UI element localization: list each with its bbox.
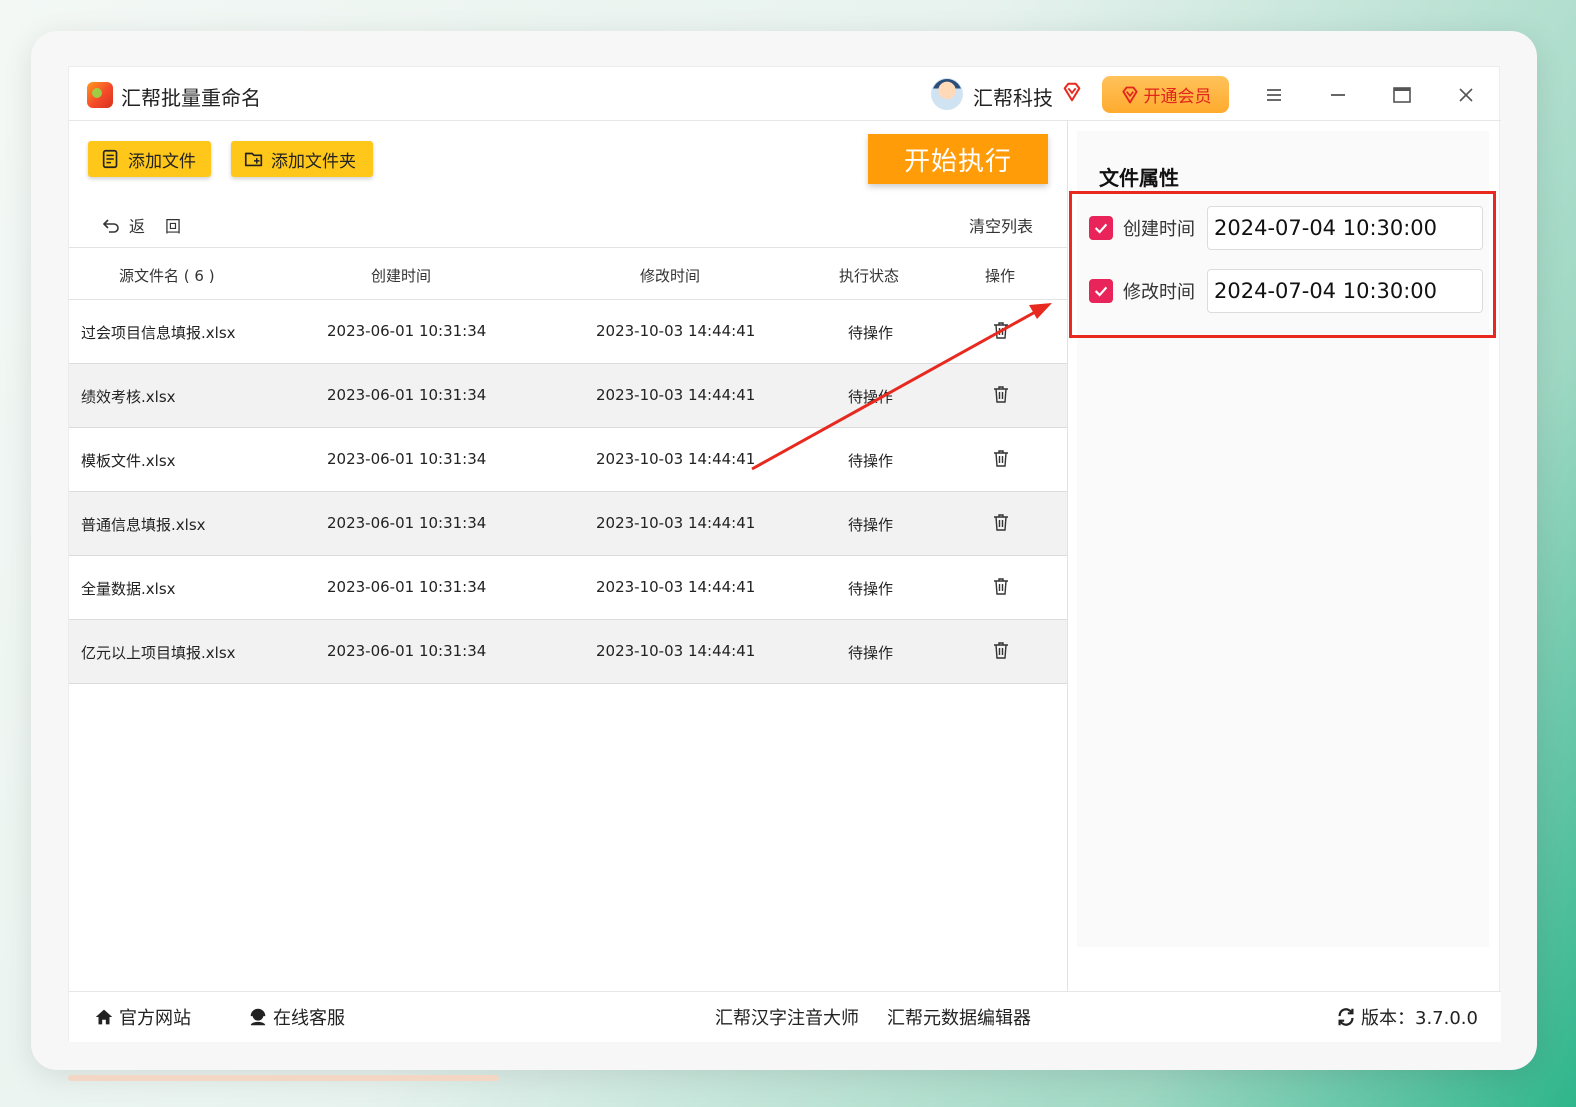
open-vip-label: 开通会员 [1143,87,1212,107]
hamburger-icon [1267,89,1281,101]
close-button[interactable] [1450,79,1482,111]
modified-time: 2023-10-03 14:44:41 [596,322,756,340]
modified-time: 2023-10-03 14:44:41 [596,386,756,404]
version-label: 版本：3.7.0.0 [1361,1008,1478,1029]
vip-diamond-icon [1121,86,1138,103]
trash-icon [994,386,1008,403]
app-window: 汇帮批量重命名 汇帮科技 开通会员 添加文件 添加文件夹 开始执行 返回 清空列… [68,66,1501,1042]
add-file-button[interactable]: 添加文件 [88,141,211,177]
file-name: 绩效考核.xlsx [81,388,176,406]
delete-button[interactable] [991,512,1011,532]
modified-time: 2023-10-03 14:44:41 [596,450,756,468]
modified-time: 2023-10-03 14:44:41 [596,578,756,596]
maximize-icon [1393,87,1411,103]
header-status: 执行状态 [839,267,900,285]
file-name: 全量数据.xlsx [81,580,176,598]
table-row[interactable]: 普通信息填报.xlsx 2023-06-01 10:31:34 2023-10-… [69,492,1067,556]
table-row[interactable]: 过会项目信息填报.xlsx 2023-06-01 10:31:34 2023-1… [69,300,1067,364]
version-info[interactable]: 版本：3.7.0.0 [1335,1004,1478,1030]
annotation-highlight-box [1069,191,1496,338]
minimize-button[interactable] [1322,79,1354,111]
table-row[interactable]: 模板文件.xlsx 2023-06-01 10:31:34 2023-10-03… [69,428,1067,492]
app-title: 汇帮批量重命名 [121,86,261,110]
file-name: 过会项目信息填报.xlsx [81,324,236,342]
table-row[interactable]: 绩效考核.xlsx 2023-06-01 10:31:34 2023-10-03… [69,364,1067,428]
delete-button[interactable] [991,448,1011,468]
header-created[interactable]: 创建时间 [371,265,431,286]
trash-icon [994,642,1008,659]
modified-time: 2023-10-03 14:44:41 [596,514,756,532]
trash-icon [994,578,1008,595]
status-text: 待操作 [848,580,894,598]
created-time: 2023-06-01 10:31:34 [327,322,487,340]
table-row[interactable]: 全量数据.xlsx 2023-06-01 10:31:34 2023-10-03… [69,556,1067,620]
created-time: 2023-06-01 10:31:34 [327,578,487,596]
status-text: 待操作 [848,388,894,406]
add-folder-button[interactable]: 添加文件夹 [231,141,373,177]
status-text: 待操作 [848,516,894,534]
user-avatar[interactable] [931,78,963,110]
created-time: 2023-06-01 10:31:34 [327,386,487,404]
delete-button[interactable] [991,640,1011,660]
title-bar: 汇帮批量重命名 汇帮科技 开通会员 [69,67,1501,121]
table-header: 源文件名 ( 6 ) 创建时间 修改时间 执行状态 操作 [69,247,1067,300]
open-vip-button[interactable]: 开通会员 [1102,76,1229,113]
close-icon [1459,88,1473,102]
home-icon [95,1009,113,1025]
app-logo-icon [87,82,113,108]
start-button[interactable]: 开始执行 [868,134,1048,184]
header-op: 操作 [985,267,1016,285]
file-name: 普通信息填报.xlsx [81,516,206,534]
undo-icon [102,219,119,233]
add-folder-label: 添加文件夹 [271,151,356,172]
created-time: 2023-06-01 10:31:34 [327,514,487,532]
minimize-icon [1331,94,1345,96]
delete-button[interactable] [991,320,1011,340]
status-text: 待操作 [848,324,894,342]
online-support-label: 在线客服 [273,1008,345,1029]
panel-divider [1067,121,1068,991]
official-website-link[interactable]: 官方网站 [93,1004,191,1030]
file-name: 模板文件.xlsx [81,452,176,470]
modified-time: 2023-10-03 14:44:41 [596,642,756,660]
file-table: 源文件名 ( 6 ) 创建时间 修改时间 执行状态 操作 过会项目信息填报.xl… [69,247,1067,684]
add-file-icon [102,149,118,169]
file-name: 亿元以上项目填报.xlsx [81,644,236,662]
header-modified[interactable]: 修改时间 [640,265,700,286]
status-text: 待操作 [848,452,894,470]
pinyin-tool-link[interactable]: 汇帮汉字注音大师 [715,1004,859,1030]
table-row[interactable]: 亿元以上项目填报.xlsx 2023-06-01 10:31:34 2023-1… [69,620,1067,684]
back-button[interactable]: 返回 [101,213,201,237]
clear-list-button[interactable]: 清空列表 [969,213,1033,237]
created-time: 2023-06-01 10:31:34 [327,642,487,660]
maximize-button[interactable] [1386,79,1418,111]
status-text: 待操作 [848,644,894,662]
back-label: 返回 [129,217,202,236]
trash-icon [994,322,1008,339]
user-name[interactable]: 汇帮科技 [973,82,1053,111]
add-folder-icon [244,152,263,167]
header-name[interactable]: 源文件名 ( 6 ) [119,265,215,286]
created-time: 2023-06-01 10:31:34 [327,450,487,468]
headset-icon [250,1008,266,1026]
trash-icon [994,514,1008,531]
trash-icon [994,450,1008,467]
footer-bar: 官方网站 在线客服 汇帮汉字注音大师 汇帮元数据编辑器 版本：3.7.0.0 [69,991,1501,1042]
delete-button[interactable] [991,384,1011,404]
delete-button[interactable] [991,576,1011,596]
official-website-label: 官方网站 [119,1008,191,1029]
add-file-label: 添加文件 [128,151,196,172]
diamond-icon [1063,82,1081,102]
online-support-link[interactable]: 在线客服 [247,1004,345,1030]
menu-button[interactable] [1258,79,1290,111]
panel-title: 文件属性 [1099,166,1179,190]
metadata-editor-link[interactable]: 汇帮元数据编辑器 [887,1004,1031,1030]
refresh-icon [1338,1008,1354,1026]
decorative-stripe [68,1075,499,1081]
